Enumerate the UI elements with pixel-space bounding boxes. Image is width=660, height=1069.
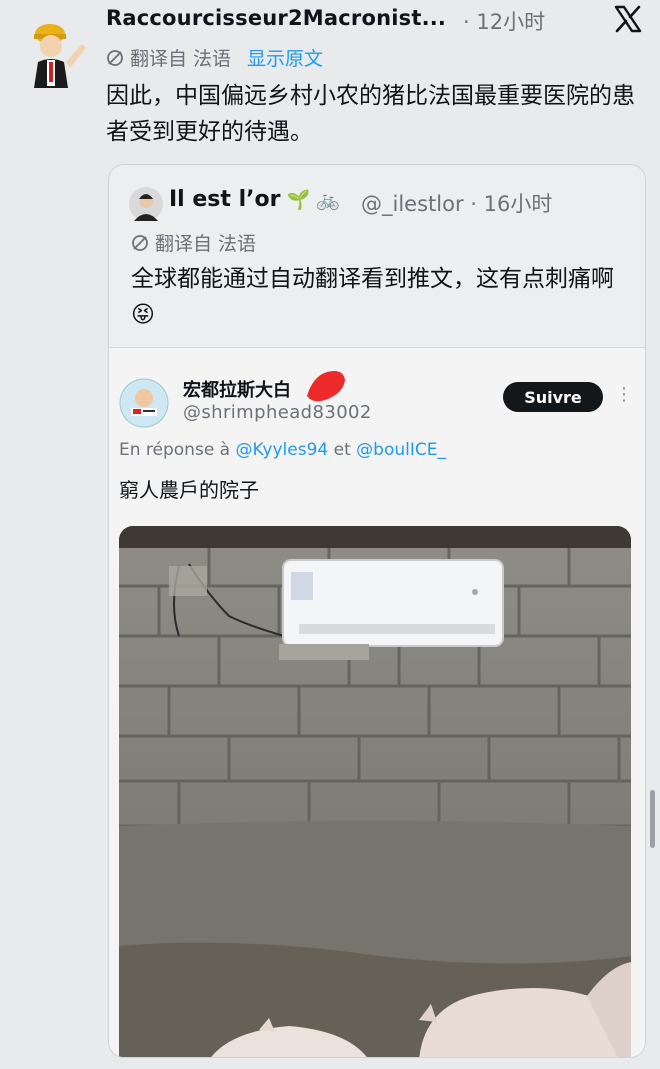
quote-author-name[interactable]: Il est l’or 🌱 🚲 (169, 187, 340, 212)
show-original-link[interactable]: 显示原文 (247, 44, 323, 71)
x-logo-icon[interactable] (613, 4, 643, 34)
quote-handle-time[interactable]: @_ilestlor · 16小时 (361, 188, 552, 218)
mention-link[interactable]: @Kyyles94 (236, 440, 329, 460)
inner-author-name[interactable]: 宏都拉斯大白 (183, 376, 291, 402)
quote-author-name-text: Il est l’or (169, 187, 281, 212)
mention-link[interactable]: @boulICE_ (356, 440, 446, 460)
more-dots-icon[interactable]: ⋮ (615, 384, 633, 405)
translated-from-label: 翻译自 法语 (130, 48, 232, 70)
quote-author-avatar[interactable] (129, 187, 163, 221)
tweet-text: 因此，中国偏远乡村小农的猪比法国最重要医院的患者受到更好的待遇。 (106, 83, 635, 145)
scrollbar[interactable] (650, 790, 655, 848)
translate-icon (107, 49, 123, 66)
author-avatar[interactable] (20, 14, 92, 88)
inner-author-avatar[interactable] (119, 378, 169, 428)
author-name[interactable]: Raccourcisseur2Macronist... (106, 6, 446, 30)
author-emoji: 🌱 🚲 (286, 189, 340, 211)
translate-icon (132, 234, 148, 251)
embedded-tweet-screenshot[interactable]: 宏都拉斯大白 @shrimphead83002 Suivre ⋮ En répo… (109, 347, 645, 1057)
quote-text: 全球都能通过自动翻译看到推文，这有点刺痛啊 😝 (131, 266, 614, 328)
tweet-photo[interactable] (119, 526, 631, 1057)
reply-to-line: En réponse à @Kyyles94 et @boulICE_ (119, 440, 446, 460)
tweet-time[interactable]: · 12小时 (463, 6, 545, 36)
quote-translated-from-label: 翻译自 法语 (155, 233, 257, 255)
quote-translation-row: 翻译自 法语 (131, 229, 256, 256)
follow-button[interactable]: Suivre (503, 382, 603, 412)
red-scribble (303, 366, 349, 406)
reply-and: et (333, 440, 351, 460)
translation-row: 翻译自 法语 显示原文 (106, 44, 323, 71)
quoted-tweet-card[interactable]: Il est l’or 🌱 🚲 @_ilestlor · 16小时 翻译自 法语… (108, 164, 646, 1058)
inner-tweet-text: 窮人農戶的院子 (119, 478, 259, 502)
inner-author-handle[interactable]: @shrimphead83002 (183, 402, 372, 423)
reply-prefix: En réponse à (119, 440, 231, 460)
